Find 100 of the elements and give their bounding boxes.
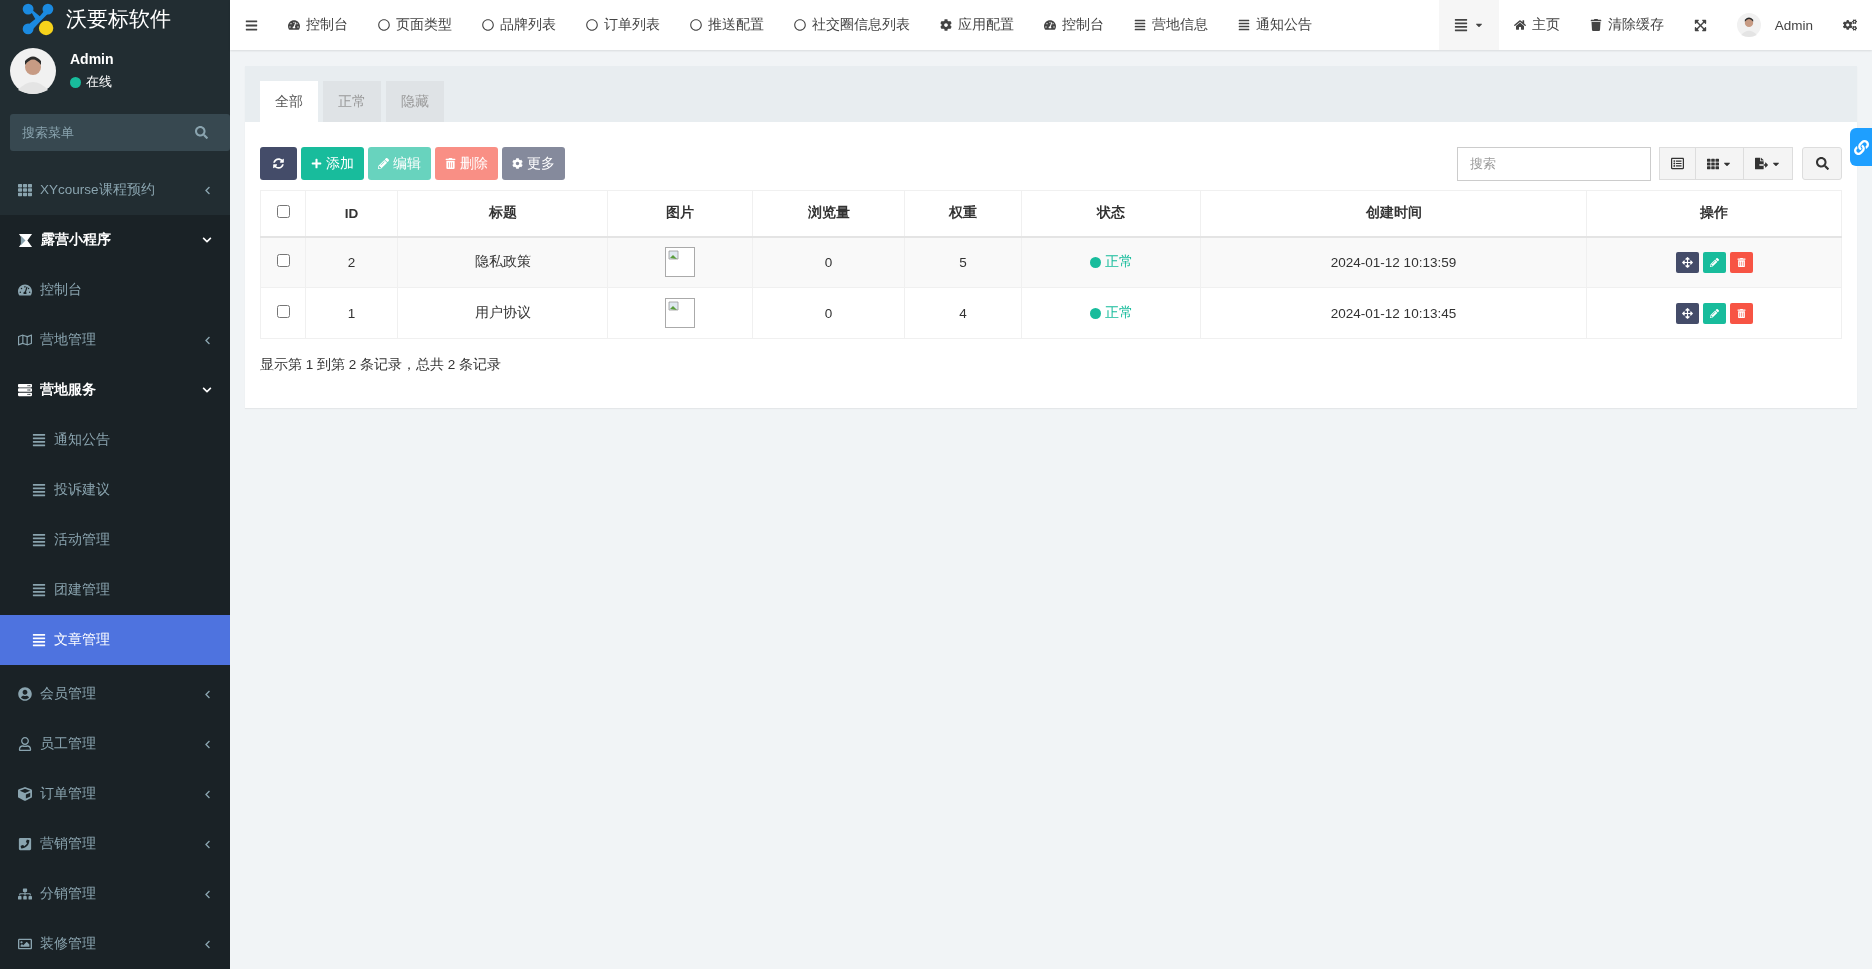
move-icon — [1681, 256, 1693, 268]
export-button[interactable] — [1743, 147, 1793, 180]
row-checkbox[interactable] — [276, 254, 290, 268]
menu-item[interactable]: 营地管理 — [0, 315, 230, 365]
nav-tab[interactable]: 通知公告 — [1223, 0, 1327, 50]
link-button[interactable] — [1850, 128, 1872, 166]
nav-tab[interactable]: 社交圈信息列表 — [779, 0, 925, 50]
chevron-left-icon — [203, 335, 212, 345]
drag-button[interactable] — [1675, 302, 1699, 324]
menu-item[interactable]: 员工管理 — [0, 719, 230, 769]
menu-item[interactable]: 文章管理 — [0, 615, 230, 665]
move-icon — [1681, 307, 1693, 319]
list-icon — [1453, 18, 1468, 32]
drag-button[interactable] — [1675, 251, 1699, 273]
nav-tab[interactable]: 推送配置 — [675, 0, 779, 50]
list-icon — [32, 433, 46, 447]
menu-item[interactable]: 营地服务 — [0, 365, 230, 415]
refresh-icon — [273, 158, 284, 169]
link-icon — [1854, 139, 1869, 155]
nav-link[interactable]: 清除缓存 — [1574, 0, 1679, 50]
menu-item[interactable]: 活动管理 — [0, 515, 230, 565]
settings-icon — [940, 19, 952, 31]
user-menu[interactable]: Admin — [1721, 0, 1828, 50]
image-icon — [18, 937, 32, 951]
column-header: 标题 — [397, 190, 608, 237]
more-button[interactable]: 更多 — [502, 147, 565, 180]
row-checkbox[interactable] — [276, 305, 290, 318]
user-icon — [18, 687, 32, 701]
dashboard-icon — [288, 19, 300, 31]
chevron-left-icon — [203, 689, 212, 699]
grid-icon — [18, 183, 32, 197]
nav-tab[interactable]: 控制台 — [1029, 0, 1119, 50]
list-icon — [32, 583, 46, 597]
column-header: 操作 — [1586, 190, 1842, 237]
menu-item[interactable]: 投诉建议 — [0, 465, 230, 515]
menu-item[interactable]: 控制台 — [0, 265, 230, 315]
menu-item[interactable]: 会员管理 — [0, 669, 230, 719]
search-icon — [1815, 157, 1829, 170]
chevron-left-icon — [203, 739, 212, 749]
menu-item[interactable]: 露营小程序 — [0, 215, 230, 265]
export-icon — [1755, 157, 1768, 170]
list-icon — [32, 483, 46, 497]
brand-name: 沃要标软件 — [66, 6, 171, 32]
trash-icon — [1736, 308, 1746, 318]
pencil-icon — [1709, 257, 1719, 267]
table-cell: 0 — [752, 236, 905, 288]
menu-item[interactable]: 分销管理 — [0, 869, 230, 919]
refresh-button[interactable] — [260, 147, 297, 180]
broken-image-icon — [665, 247, 695, 278]
column-header: 状态 — [1021, 190, 1201, 237]
menu-item[interactable]: 装修管理 — [0, 919, 230, 969]
nav-tab[interactable]: 营地信息 — [1119, 0, 1223, 50]
list-icon — [32, 533, 46, 547]
nav-tab[interactable]: 品牌列表 — [467, 0, 571, 50]
phone-icon — [18, 837, 32, 851]
menu-item[interactable]: 通知公告 — [0, 415, 230, 465]
user-name: Admin — [70, 51, 114, 67]
toggle-view-button[interactable] — [1659, 147, 1696, 180]
nav-tab[interactable]: 应用配置 — [925, 0, 1029, 50]
delete-button[interactable] — [1729, 251, 1753, 273]
settings-icon — [512, 158, 523, 169]
avatar — [1736, 13, 1761, 37]
list-icon — [1238, 19, 1250, 31]
logo-icon — [18, 232, 33, 248]
search-field[interactable]: 搜索 — [1457, 146, 1651, 181]
menu-item[interactable]: 营销管理 — [0, 819, 230, 869]
nav-tab[interactable]: 订单列表 — [571, 0, 675, 50]
search-icon — [195, 126, 208, 139]
select-all-checkbox[interactable] — [276, 205, 290, 219]
column-header: ID — [305, 190, 398, 237]
sitemap-icon — [18, 887, 32, 901]
nav-tab[interactable]: 页面类型 — [363, 0, 467, 50]
pencil-icon — [378, 158, 389, 169]
pencil-icon — [1709, 308, 1719, 318]
plus-icon — [311, 158, 322, 169]
trash-icon — [445, 158, 456, 169]
pagination-info: 显示第 1 到第 2 条记录，总共 2 条记录 — [260, 356, 503, 374]
status-label: 正常 — [1089, 304, 1133, 322]
table-cell: 用户协议 — [397, 287, 608, 339]
user-icon — [18, 737, 32, 751]
chevron-left-icon — [203, 889, 212, 899]
chevron-down-icon — [202, 235, 212, 245]
nav-dropdown[interactable] — [1438, 0, 1499, 50]
menu-item[interactable]: 团建管理 — [0, 565, 230, 615]
nav-tab[interactable]: 控制台 — [273, 0, 363, 50]
columns-button[interactable] — [1695, 147, 1744, 180]
home-icon — [1513, 19, 1526, 31]
search-button[interactable] — [1802, 147, 1842, 180]
list-icon — [1671, 157, 1684, 170]
menu-item[interactable]: XYcourse课程预约 — [0, 165, 230, 215]
nav-link[interactable]: 主页 — [1498, 0, 1575, 50]
menu-search-field[interactable]: 搜索菜单 — [10, 114, 230, 151]
broken-image-icon — [665, 298, 695, 328]
trash-icon — [1589, 19, 1602, 31]
table-cell: 2 — [305, 236, 398, 288]
menu-item[interactable]: 订单管理 — [0, 769, 230, 819]
table-cell: 2024-01-12 10:13:45 — [1200, 287, 1587, 339]
column-header: 图片 — [607, 190, 753, 237]
tab[interactable]: 全部 — [260, 81, 318, 122]
delete-button[interactable] — [1729, 302, 1753, 324]
